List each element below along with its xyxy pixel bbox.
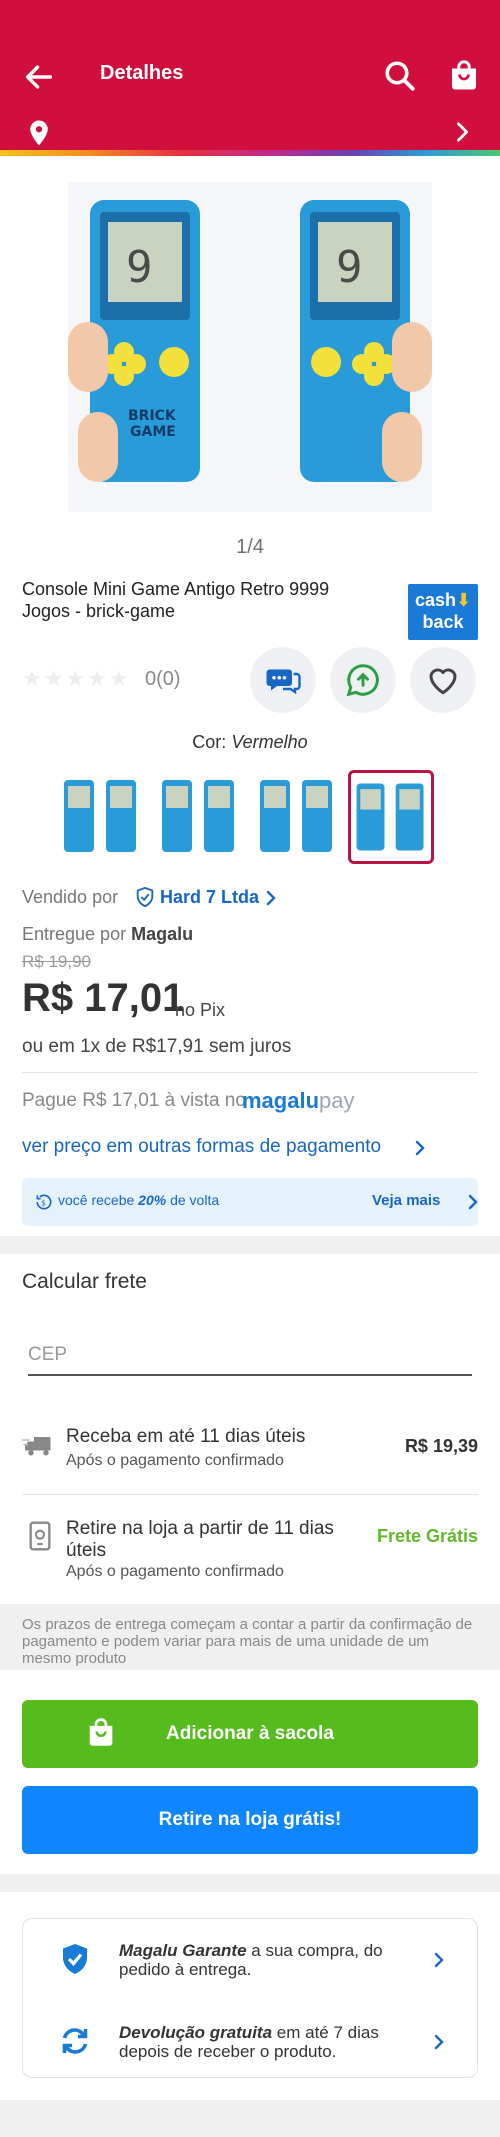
- heart-icon: [429, 668, 457, 695]
- other-payments-link[interactable]: ver preço em outras formas de pagamento: [22, 1136, 381, 1158]
- svg-text:9: 9: [336, 242, 363, 293]
- shipping-notice: Os prazos de entrega começam a contar a …: [0, 1604, 500, 1670]
- cashback-badge: cash⬇ back: [408, 584, 478, 640]
- seller-name-link[interactable]: Hard 7 Ltda: [160, 887, 259, 908]
- delivered-by-label: Entregue por: [22, 924, 127, 944]
- whatsapp-icon: [346, 664, 379, 697]
- store-pickup-phone-icon: [29, 1521, 51, 1551]
- delivery-option-subtitle: Após o pagamento confirmado: [66, 1452, 284, 1469]
- cashback-badge-line2: back: [422, 612, 464, 632]
- product-title: Console Mini Game Antigo Retro 9999 Jogo…: [22, 579, 330, 621]
- chevron-right-icon[interactable]: [262, 888, 280, 908]
- delivered-by: Entregue por Magalu: [22, 924, 193, 945]
- chat-bubbles-icon: [266, 669, 301, 695]
- pickup-option-price: Frete Grátis: [376, 1526, 478, 1546]
- cashback-text: você recebe 20% de volta: [58, 1192, 219, 1208]
- current-price: R$ 17,01: [22, 976, 185, 1020]
- svg-text:$: $: [41, 1198, 46, 1207]
- shopping-bag-icon[interactable]: [446, 58, 482, 94]
- rainbow-divider: [0, 150, 500, 156]
- delivery-truck-icon: [22, 1437, 51, 1456]
- chevron-right-icon[interactable]: [431, 2031, 447, 2053]
- cashback-text-post: de volta: [170, 1192, 220, 1208]
- add-to-bag-label: Adicionar à sacola: [166, 1723, 334, 1744]
- chevron-right-icon[interactable]: [448, 118, 476, 146]
- return-bold: Devolução gratuita: [119, 2023, 273, 2042]
- top-header: Detalhes: [0, 0, 500, 150]
- guarantee-bold: Magalu Garante: [119, 1941, 247, 1960]
- color-thumbnail[interactable]: [156, 776, 242, 856]
- magalupay-line: Pague R$ 17,01 à vista no: [22, 1090, 246, 1111]
- search-icon[interactable]: [382, 58, 418, 94]
- chevron-right-icon[interactable]: [431, 1949, 447, 1971]
- shipping-title: Calcular frete: [22, 1270, 147, 1293]
- divider: [22, 1494, 478, 1495]
- chevron-right-icon[interactable]: [466, 1192, 480, 1212]
- magalupay-suffix: pay: [319, 1088, 355, 1113]
- free-return-text[interactable]: Devolução gratuita em até 7 dias depois …: [119, 2023, 409, 2061]
- cep-input[interactable]: [28, 1336, 472, 1376]
- pickup-option-title: Retire na loja a partir de 11 dias úteis: [66, 1518, 334, 1561]
- cashback-banner[interactable]: $ você recebe 20% de volta Veja mais: [22, 1178, 478, 1226]
- back-arrow-icon[interactable]: [22, 60, 56, 94]
- shield-check-icon: [63, 1944, 87, 1974]
- rating-count[interactable]: 0(0): [145, 668, 181, 691]
- image-pager: 1/4: [236, 536, 264, 558]
- svg-text:9: 9: [126, 242, 153, 293]
- color-thumbnail[interactable]: [254, 776, 340, 856]
- guarantee-card: Magalu Garante a sua compra, do pedido à…: [22, 1918, 478, 2078]
- sold-by-label: Vendido por: [22, 887, 119, 907]
- page-title: Detalhes: [100, 62, 184, 84]
- chevron-right-icon[interactable]: [412, 1138, 428, 1158]
- color-thumbnail[interactable]: [58, 776, 144, 856]
- color-selector-label: Cor: Vermelho: [0, 732, 500, 753]
- product-image[interactable]: 9 BRICK GAME 9: [68, 182, 432, 512]
- add-to-bag-button[interactable]: Adicionar à sacola: [22, 1700, 478, 1768]
- svg-text:BRICK: BRICK: [128, 408, 177, 424]
- delivered-by-name: Magalu: [131, 924, 194, 944]
- location-pin-icon[interactable]: [24, 118, 54, 148]
- delivery-option-price: R$ 19,39: [404, 1436, 478, 1456]
- cashback-text-pre: você recebe: [58, 1192, 135, 1208]
- bottom-separator: [0, 2100, 500, 2137]
- magalu-guarantee-text[interactable]: Magalu Garante a sua compra, do pedido à…: [119, 1941, 409, 1979]
- magalupay-logo: magalupay: [242, 1088, 355, 1114]
- installments-text: ou em 1x de R$17,91 sem juros: [22, 1036, 292, 1057]
- pix-label: no Pix: [175, 1000, 226, 1020]
- old-price: R$ 19,90: [22, 952, 91, 971]
- svg-text:GAME: GAME: [130, 424, 176, 440]
- cashback-refresh-icon: $: [36, 1194, 52, 1210]
- color-value: Vermelho: [231, 732, 308, 752]
- pickup-option-subtitle: Após o pagamento confirmado: [66, 1563, 284, 1580]
- cashback-more-link[interactable]: Veja mais: [372, 1192, 440, 1209]
- cashback-badge-line1: cash: [414, 590, 456, 610]
- return-arrows-icon: [62, 2028, 88, 2054]
- magalupay-brand: magalu: [242, 1088, 320, 1113]
- verified-shield-icon: [136, 886, 154, 908]
- pickup-in-store-button[interactable]: Retire na loja grátis!: [22, 1786, 478, 1854]
- cashback-percent: 20%: [138, 1192, 167, 1208]
- whatsapp-share-button[interactable]: [330, 647, 396, 713]
- color-label: Cor:: [192, 732, 227, 752]
- rating-stars[interactable]: ★★★★★: [22, 666, 131, 692]
- chat-button[interactable]: [250, 647, 316, 713]
- section-separator: [0, 1874, 500, 1892]
- favorite-button[interactable]: [410, 647, 476, 713]
- divider: [22, 1072, 478, 1073]
- color-thumbnail-selected[interactable]: [348, 770, 434, 864]
- section-separator: [0, 1236, 500, 1254]
- delivery-option-title: Receba em até 11 dias úteis: [66, 1426, 306, 1447]
- color-thumbnails: [58, 770, 448, 864]
